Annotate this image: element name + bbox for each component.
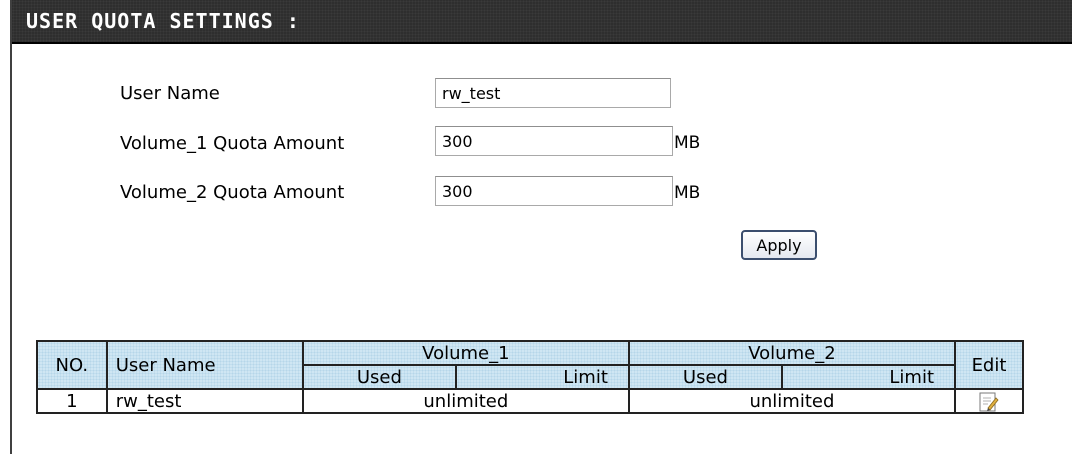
user-quota-panel: USER QUOTA SETTINGS : User Name Volume_1… — [10, 0, 1072, 454]
edit-icon[interactable] — [978, 392, 1000, 412]
col-volume2-used-header: Used — [627, 364, 783, 390]
col-volume2-limit-header: Limit — [780, 364, 957, 390]
row-volume2-quota: unlimited — [627, 388, 957, 414]
table-header-row: NO. User Name Volume_1 Volume_2 Edit — [36, 340, 1024, 390]
row-user-name: rw_test — [105, 388, 304, 414]
volume2-unit: MB — [674, 183, 701, 203]
col-volume2-header: Volume_2 — [627, 340, 957, 366]
col-volume1-header: Volume_1 — [301, 340, 630, 366]
user-name-input[interactable] — [435, 78, 671, 108]
row-volume1-quota: unlimited — [301, 388, 630, 414]
section-header: USER QUOTA SETTINGS : — [12, 0, 1072, 44]
col-edit-header: Edit — [954, 340, 1024, 390]
volume1-quota-label: Volume_1 Quota Amount — [120, 133, 345, 154]
volume2-quota-input[interactable] — [435, 176, 673, 206]
col-no-header: NO. — [36, 340, 108, 390]
section-title: USER QUOTA SETTINGS : — [26, 9, 300, 33]
apply-button[interactable]: Apply — [741, 230, 817, 260]
row-no: 1 — [36, 388, 108, 414]
row-edit-cell — [954, 388, 1024, 414]
col-volume1-limit-header: Limit — [454, 364, 630, 390]
user-name-label: User Name — [120, 83, 220, 104]
col-username-header: User Name — [105, 340, 304, 390]
volume1-unit: MB — [674, 133, 701, 153]
volume1-quota-input[interactable] — [435, 126, 673, 156]
col-volume1-used-header: Used — [301, 364, 457, 390]
volume2-quota-label: Volume_2 Quota Amount — [120, 182, 345, 203]
table-row: 1 rw_test unlimited unlimited — [36, 388, 1024, 414]
user-quota-table: NO. User Name Volume_1 Volume_2 Edit Use… — [36, 340, 1024, 414]
